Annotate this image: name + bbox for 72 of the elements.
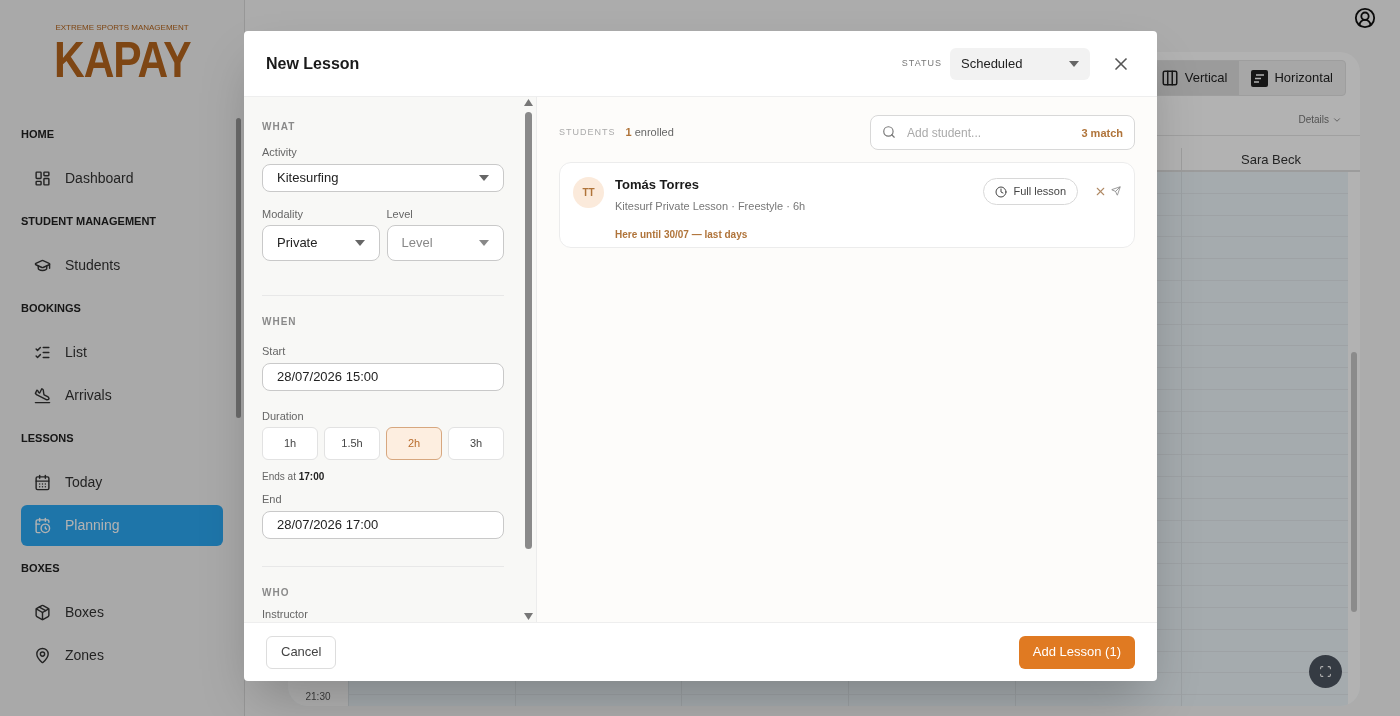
section-heading: LESSONS bbox=[21, 431, 75, 446]
duration-option[interactable]: 1h bbox=[262, 427, 318, 460]
duration-option[interactable]: 2h bbox=[386, 427, 442, 460]
end-field[interactable]: 28/07/2026 17:00 bbox=[262, 510, 504, 539]
duration-option[interactable]: 3h bbox=[448, 427, 504, 460]
time-label: 21:30 bbox=[305, 690, 331, 704]
field-label: Activity bbox=[262, 145, 298, 160]
scroll-down-icon[interactable] bbox=[523, 613, 533, 620]
section-heading: STUDENT MANAGEMENT bbox=[21, 214, 158, 229]
sidebar-item[interactable]: Zones bbox=[21, 635, 223, 676]
columns-icon bbox=[1160, 69, 1179, 87]
fullscreen-icon bbox=[1319, 665, 1332, 678]
field-label: Level bbox=[386, 206, 414, 222]
students-label: STUDENTS bbox=[559, 125, 616, 139]
dropdown-caret-icon bbox=[479, 174, 489, 181]
sidebar-item[interactable]: Today bbox=[21, 462, 223, 503]
field-label: Instructor bbox=[262, 606, 309, 622]
plane-landing-icon bbox=[34, 387, 51, 404]
student-avatar: TT bbox=[573, 177, 604, 208]
modality-select[interactable]: Private bbox=[262, 225, 380, 261]
sidebar-item[interactable]: Boxes bbox=[21, 592, 223, 633]
account-icon[interactable] bbox=[1354, 7, 1376, 29]
search-icon bbox=[882, 125, 896, 139]
clock-icon bbox=[995, 185, 1008, 198]
student-note: Here until 30/07 — last days bbox=[615, 228, 749, 242]
ends-at-text: Ends at 17:00 bbox=[262, 470, 326, 484]
section-heading: WHO bbox=[262, 585, 291, 600]
details-toggle[interactable]: Details bbox=[1298, 112, 1342, 127]
status-label: STATUS bbox=[901, 56, 942, 70]
sidebar-item[interactable]: Dashboard bbox=[21, 158, 223, 199]
dropdown-caret-icon bbox=[354, 240, 365, 246]
graduation-cap-icon bbox=[34, 257, 51, 274]
cancel-button[interactable]: Cancel bbox=[266, 635, 337, 669]
logo: KAPAY bbox=[53, 34, 191, 86]
section-heading: WHAT bbox=[262, 120, 297, 134]
package-icon bbox=[34, 604, 51, 621]
scroll-up-icon[interactable] bbox=[523, 99, 533, 106]
section-heading: HOME bbox=[21, 127, 55, 142]
calendar-icon bbox=[34, 474, 51, 491]
start-field[interactable]: 28/07/2026 15:00 bbox=[262, 362, 504, 391]
dropdown-caret-icon bbox=[1069, 60, 1079, 67]
activity-select[interactable]: Kitesurfing bbox=[262, 163, 504, 192]
section-heading: BOOKINGS bbox=[21, 301, 82, 316]
field-label: Duration bbox=[262, 408, 305, 424]
dialog-title: New Lesson bbox=[266, 53, 360, 74]
sidebar-item[interactable]: Students bbox=[21, 245, 223, 286]
map-pin-icon bbox=[34, 647, 51, 664]
scrollbar-thumb[interactable] bbox=[524, 112, 532, 549]
sidebar-item[interactable]: List bbox=[21, 332, 223, 373]
student-details: Kitesurf Private Lesson · Freestyle · 6h bbox=[615, 198, 807, 214]
status-select[interactable]: Scheduled bbox=[950, 47, 1090, 80]
field-label: Modality bbox=[262, 206, 304, 222]
field-label: Start bbox=[262, 344, 287, 359]
remove-icon[interactable] bbox=[1094, 185, 1107, 198]
student-name: Tomás Torres bbox=[615, 176, 701, 194]
sidebar-item[interactable]: Arrivals bbox=[21, 375, 223, 416]
duration-option[interactable]: 1.5h bbox=[324, 427, 380, 460]
view-toggle[interactable]: Horizontal bbox=[1239, 61, 1345, 95]
calendar-clock-icon bbox=[34, 517, 51, 534]
match-count: 3 match bbox=[1081, 126, 1123, 141]
field-label: End bbox=[262, 492, 283, 507]
level-select[interactable]: Level bbox=[386, 225, 504, 261]
section-heading: BOXES bbox=[21, 561, 61, 576]
bars-icon bbox=[1251, 69, 1269, 87]
list-icon bbox=[34, 344, 51, 361]
dropdown-caret-icon bbox=[479, 240, 489, 246]
logo-tagline: EXTREME SPORTS MANAGEMENT bbox=[55, 22, 189, 34]
dashboard-icon bbox=[34, 170, 51, 187]
section-heading: WHEN bbox=[262, 315, 298, 329]
enrolled-count: 1 enrolled bbox=[625, 125, 674, 141]
send-icon[interactable] bbox=[1111, 186, 1121, 196]
column-header: Sara Beck bbox=[1181, 148, 1360, 170]
